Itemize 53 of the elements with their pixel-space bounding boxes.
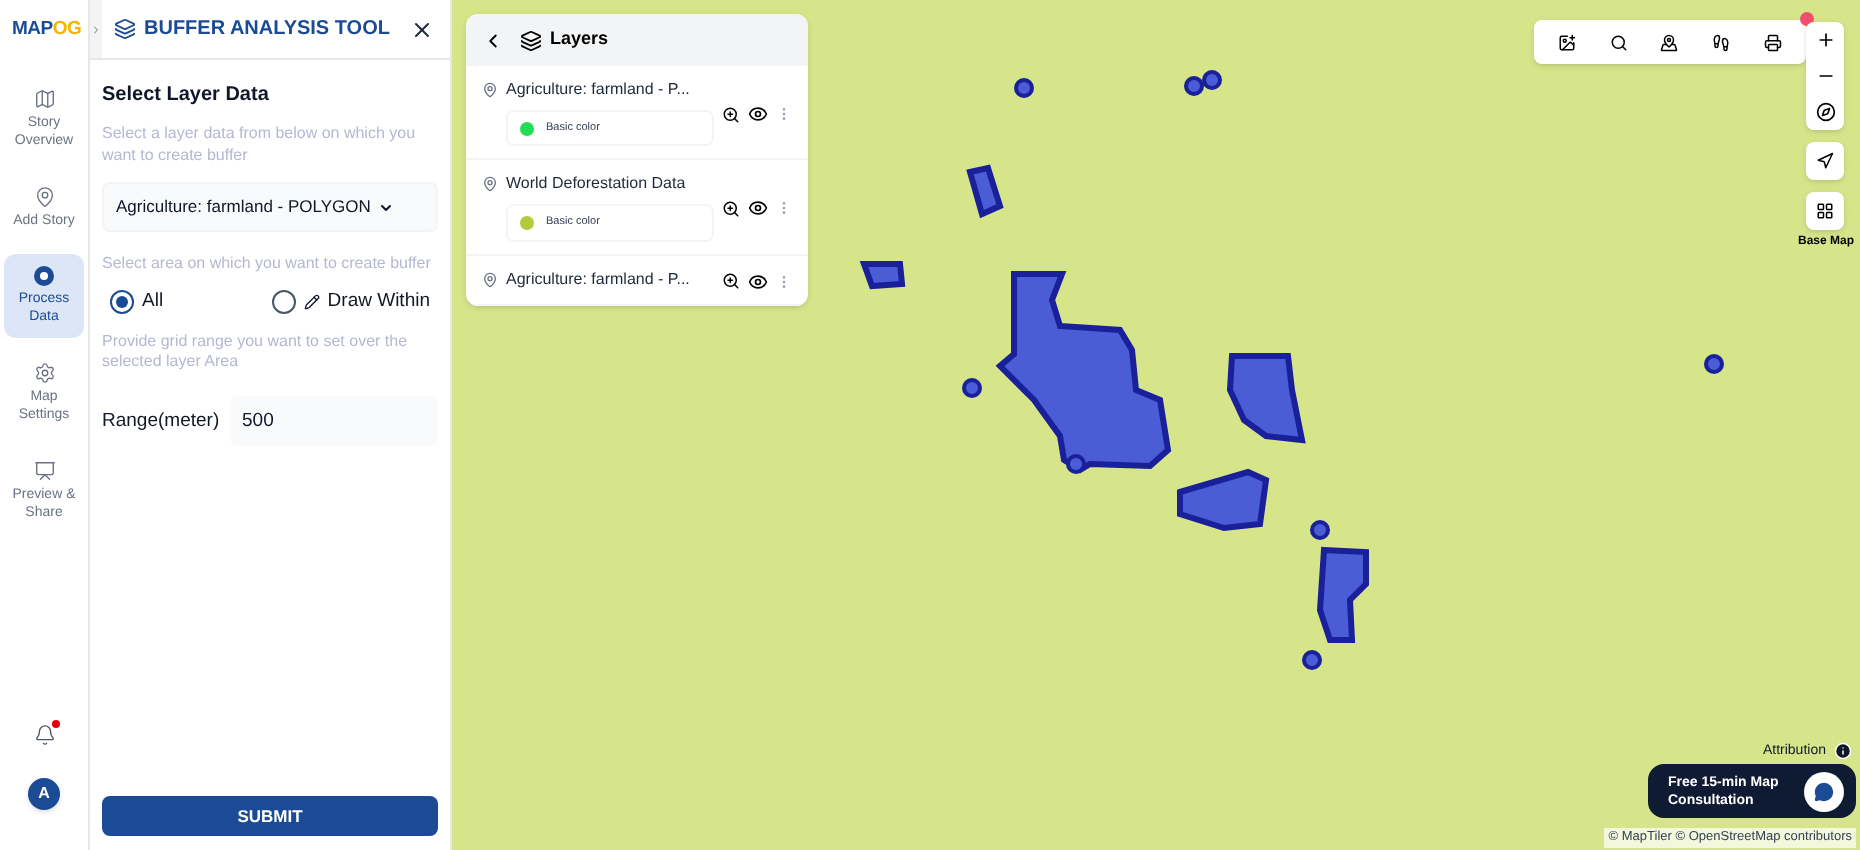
- zoom-to-layer-icon[interactable]: [722, 272, 740, 290]
- image-icon[interactable]: [1558, 33, 1577, 51]
- boot-icon[interactable]: [1712, 33, 1731, 51]
- zoom-in-icon[interactable]: [1815, 30, 1836, 50]
- compass-icon[interactable]: [1815, 102, 1836, 122]
- map-icon: [33, 88, 55, 110]
- grid-icon: [1816, 202, 1835, 220]
- chat-icon: [1804, 771, 1844, 811]
- layers-title: Layers: [550, 26, 609, 53]
- area-hint: Select area on which you want to create buffer: [102, 252, 433, 276]
- base-map-button[interactable]: [1806, 192, 1845, 230]
- zoom-to-layer-icon[interactable]: [722, 199, 740, 218]
- bell-icon[interactable]: [33, 724, 55, 746]
- layer-hint: Select a layer data from below on which you want to create buffer: [102, 122, 418, 166]
- radio-button[interactable]: [271, 290, 296, 315]
- visibility-icon[interactable]: [748, 104, 768, 125]
- range-input[interactable]: 500: [230, 396, 438, 447]
- info-icon[interactable]: [1834, 742, 1852, 761]
- layer-icon: [482, 271, 498, 287]
- search-icon[interactable]: [1609, 33, 1628, 51]
- close-icon[interactable]: [410, 17, 434, 41]
- panel-title: BUFFER ANALYSIS TOOL: [144, 16, 390, 44]
- print-icon[interactable]: [1763, 33, 1782, 51]
- preview-icon: [33, 460, 55, 482]
- layers-icon: [520, 29, 542, 51]
- section-heading: Select Layer Data: [102, 82, 271, 110]
- layer-dropdown[interactable]: Agriculture: farmland - POLYGON: [102, 182, 438, 232]
- visibility-icon[interactable]: [748, 271, 768, 291]
- pin-icon: [33, 186, 55, 208]
- layer-name[interactable]: World Deforestation Data: [506, 172, 714, 197]
- caret-icon: [378, 199, 395, 215]
- radio-button[interactable]: [110, 290, 134, 315]
- locate-button[interactable]: [1806, 142, 1845, 180]
- location-pin-icon[interactable]: [1660, 33, 1679, 51]
- submit-button[interactable]: SUBMIT: [102, 796, 438, 836]
- visibility-icon[interactable]: [748, 198, 768, 219]
- radio-option[interactable]: Draw Within: [271, 288, 430, 317]
- logo: MAPOG: [12, 15, 82, 44]
- process-icon: [34, 266, 54, 286]
- range-label: Range(meter): [102, 407, 214, 436]
- layer-name[interactable]: Agriculture: farmland - P...: [506, 78, 714, 102]
- pencil-icon: [303, 294, 320, 311]
- close-badge-icon[interactable]: [1800, 12, 1814, 26]
- gear-icon: [33, 362, 55, 384]
- buffer-icon: [114, 18, 136, 40]
- navigation-arrow-icon: [1816, 152, 1835, 170]
- layer-name[interactable]: Agriculture: farmland - P...: [506, 267, 714, 291]
- layer-icon: [482, 82, 498, 98]
- user-avatar[interactable]: A: [28, 778, 60, 810]
- grid-hint: Provide grid range you want to set over the selected layer Area: [102, 332, 410, 373]
- zoom-to-layer-icon[interactable]: [722, 105, 740, 124]
- radio-option[interactable]: All: [110, 288, 164, 317]
- layer-icon: [482, 176, 498, 193]
